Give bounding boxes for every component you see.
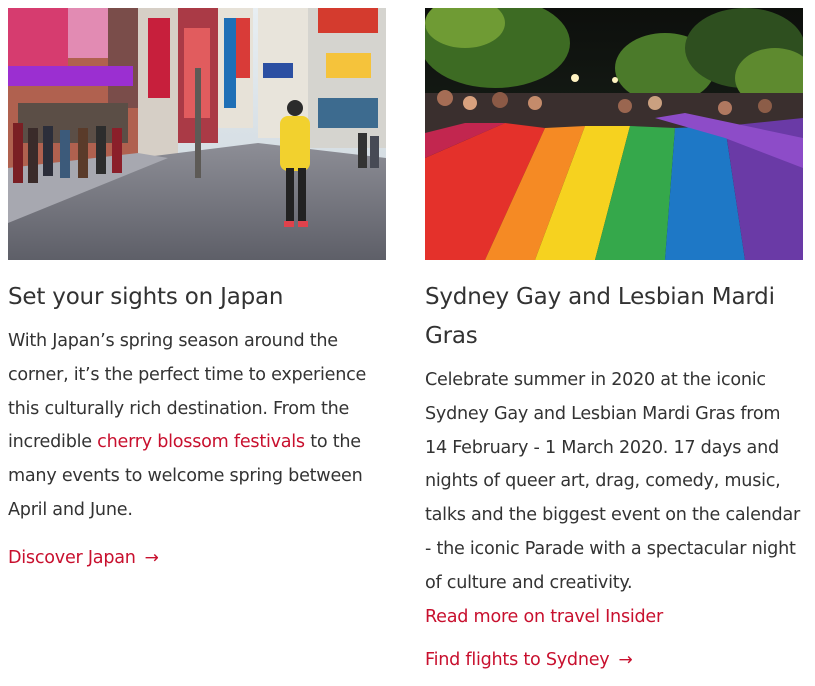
arrow-right-icon: → [144,547,159,568]
find-flights-sydney-link[interactable]: Find flights to Sydney → [425,644,633,678]
tokyo-street-photo [8,8,386,260]
rainbow-flag-parade-photo [425,8,803,260]
find-flights-label: Find flights to Sydney [425,650,610,671]
japan-card-title: Set your sights on Japan [8,284,284,310]
read-more-link[interactable]: Read more on travel Insider [425,601,663,635]
mardi-gras-card: Sydney Gay and Lesbian Mardi Gras Celebr… [425,8,805,678]
discover-japan-label: Discover Japan [8,547,136,568]
japan-street-image[interactable] [8,8,386,260]
arrow-right-icon: → [618,650,633,671]
mardi-gras-image[interactable] [425,8,803,260]
cherry-blossom-link[interactable]: cherry blossom festivals [97,432,305,452]
japan-card: Set your sights on Japan With Japan’s sp… [8,8,388,576]
discover-japan-link[interactable]: Discover Japan → [8,542,159,576]
japan-card-description: With Japan’s spring season around the co… [8,325,388,528]
mardi-gras-card-description: Celebrate summer in 2020 at the iconic S… [425,370,800,593]
mardi-gras-card-title: Sydney Gay and Lesbian Mardi Gras [425,284,775,349]
